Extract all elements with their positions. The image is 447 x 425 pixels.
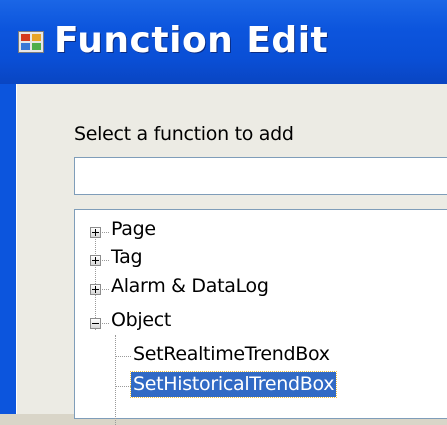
app-icon	[18, 31, 44, 53]
tree-node-object[interactable]: Object	[75, 307, 445, 335]
tree-node-alarm-datalog[interactable]: Alarm & DataLog	[75, 273, 445, 301]
tree-node-tag[interactable]: Tag	[75, 244, 445, 272]
tree-node-label: Page	[111, 218, 156, 240]
window-title: Function Edit	[54, 20, 329, 61]
function-tree[interactable]: Page Tag Alarm & DataLog Object SetRealt…	[74, 209, 447, 425]
tree-node-label: Object	[111, 309, 172, 331]
tree-line	[115, 356, 131, 357]
tree-leaf-set-realtime-trend-box[interactable]: SetRealtimeTrendBox	[133, 341, 433, 369]
tree-leaf-set-historical-trend-box[interactable]: SetHistoricalTrendBox	[129, 371, 433, 399]
function-search-input[interactable]	[74, 157, 447, 195]
tree-leaf-label-selected: SetHistoricalTrendBox	[129, 371, 338, 398]
tree-node-label: Alarm & DataLog	[111, 275, 269, 297]
select-function-label: Select a function to add	[74, 123, 294, 145]
tree-leaf-label: SetRealtimeTrendBox	[133, 343, 330, 365]
expand-plus-icon[interactable]	[90, 227, 101, 238]
tree-line	[115, 335, 116, 425]
tree-line	[115, 386, 131, 387]
expand-plus-icon[interactable]	[90, 255, 101, 266]
tree-node-label: Tag	[111, 246, 143, 268]
expand-plus-icon[interactable]	[90, 284, 101, 295]
tree-node-page[interactable]: Page	[75, 216, 445, 244]
title-bar[interactable]: Function Edit	[0, 0, 447, 84]
window-frame-left	[0, 84, 16, 414]
collapse-minus-icon[interactable]	[90, 318, 101, 329]
